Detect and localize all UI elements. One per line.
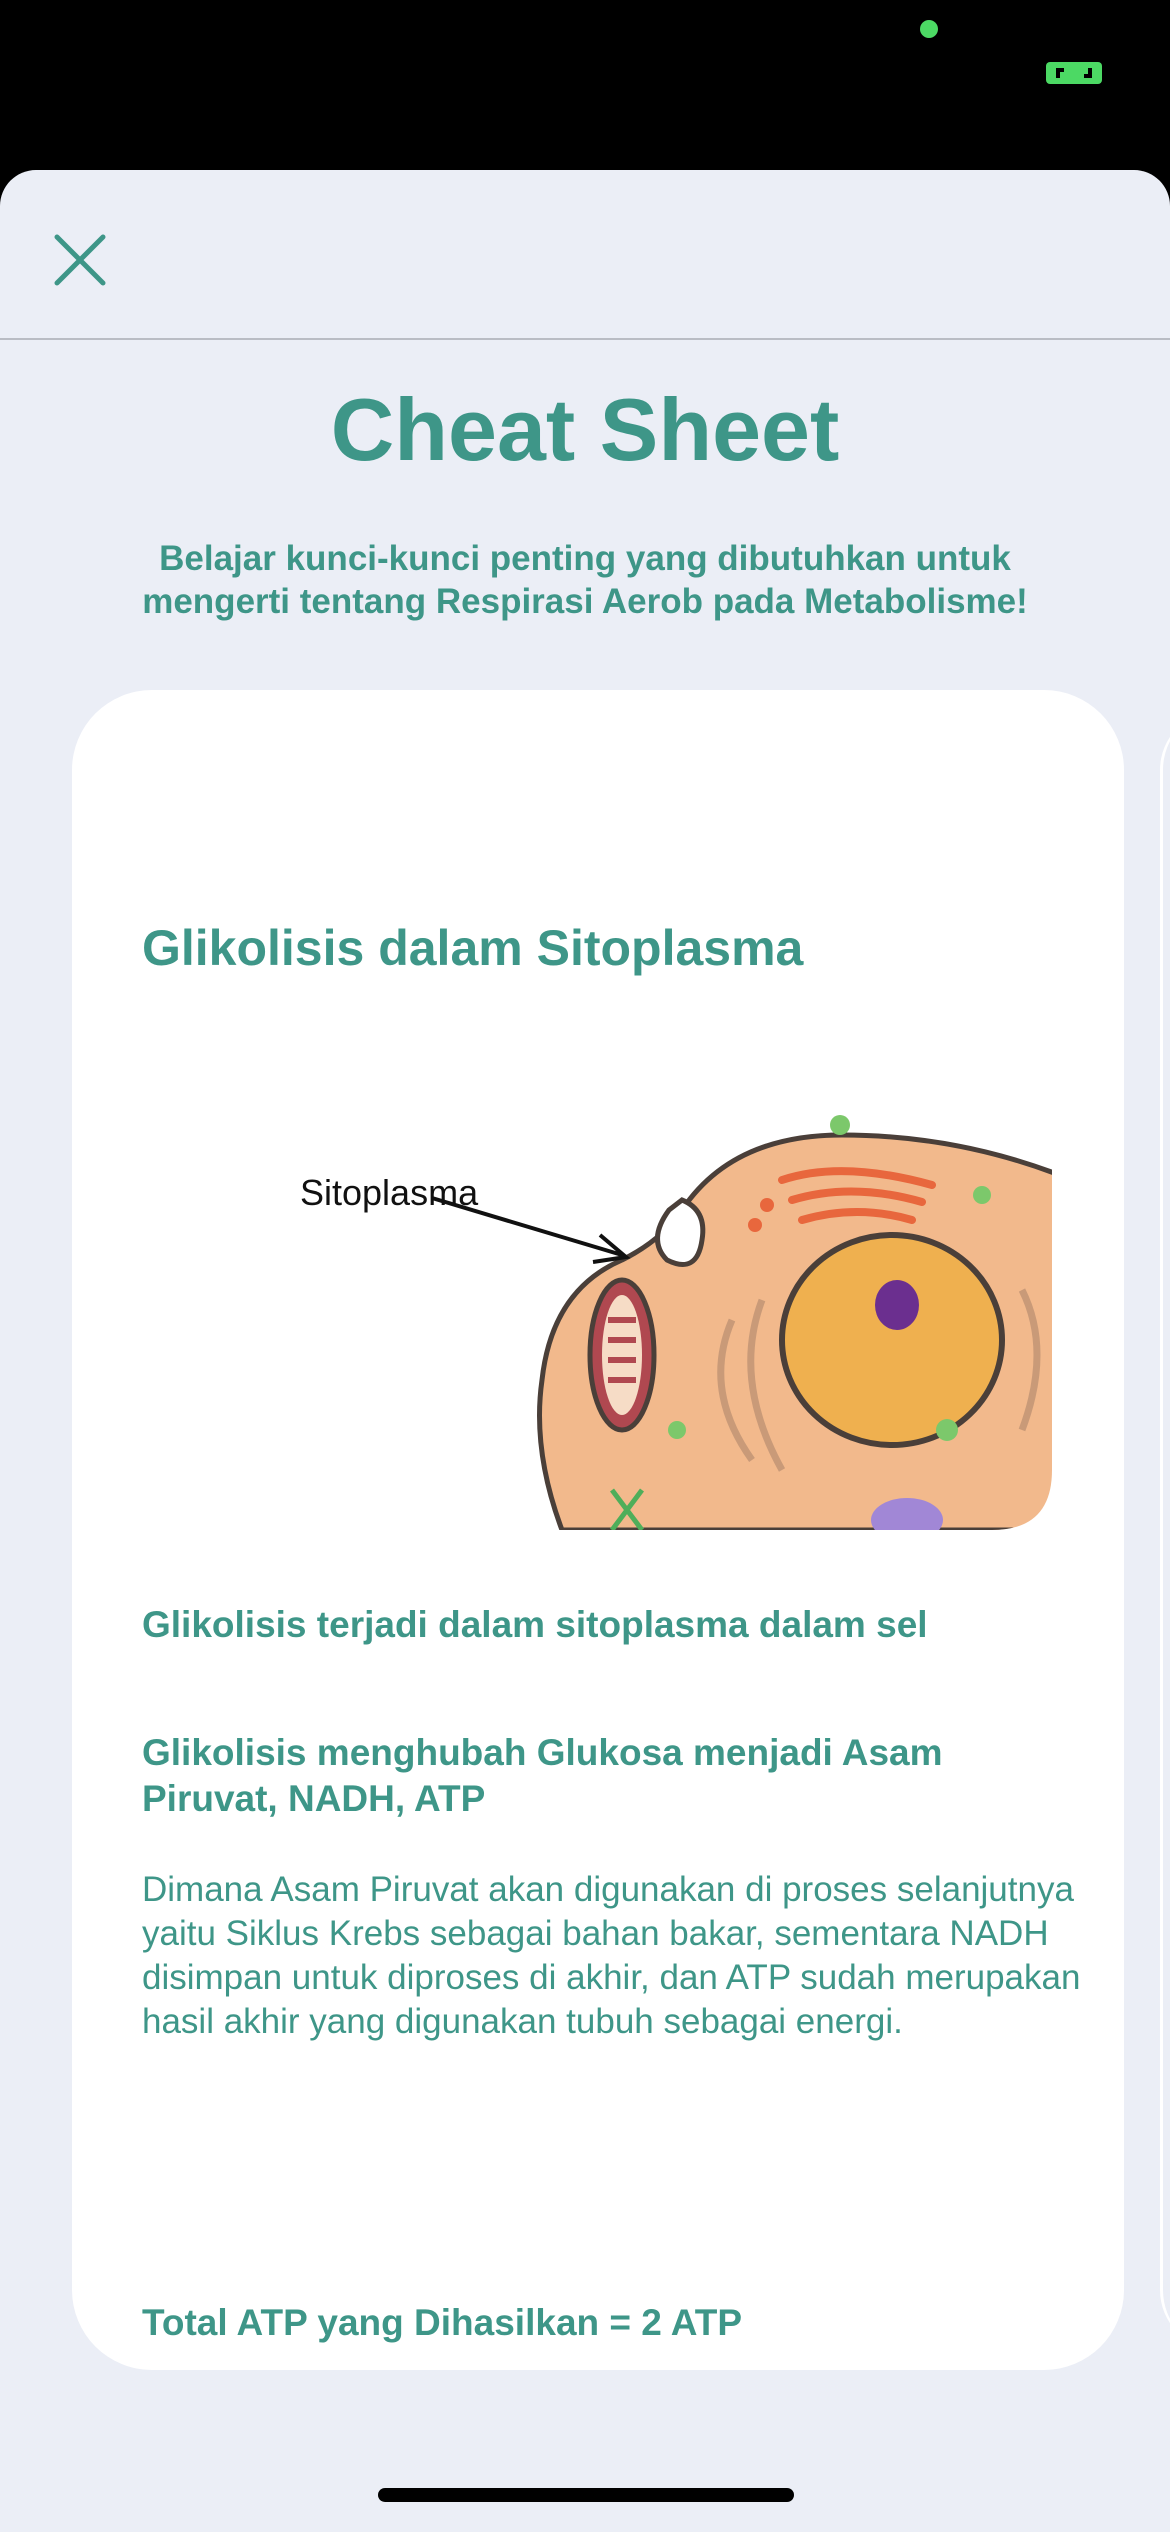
cheat-sheet-card[interactable]: Glikolisis dalam Sitoplasma Sitoplasma G… <box>72 690 1124 2370</box>
close-icon <box>54 234 106 286</box>
cheat-sheet-modal: Cheat Sheet Belajar kunci-kunci penting … <box>0 170 1170 2532</box>
status-bar <box>0 0 1170 170</box>
card-title: Glikolisis dalam Sitoplasma <box>142 920 804 976</box>
page-title: Cheat Sheet <box>330 380 840 479</box>
sheet-header <box>0 170 1170 340</box>
privacy-indicator-dot <box>920 20 938 38</box>
close-button[interactable] <box>40 220 120 300</box>
screen-share-icon <box>1046 62 1102 84</box>
sitoplasma-label: Sitoplasma <box>300 1172 479 1213</box>
cell-cytoplasm-illustration: Sitoplasma <box>300 1115 1052 1530</box>
next-card-peek[interactable] <box>1160 710 1170 2350</box>
card-point-location: Glikolisis terjadi dalam sitoplasma dala… <box>142 1604 928 1645</box>
home-indicator <box>378 2488 794 2502</box>
card-description: Dimana Asam Piruvat akan digunakan di pr… <box>142 1870 1081 2041</box>
page-subtitle: Belajar kunci-kunci penting yang dibutuh… <box>142 539 1028 621</box>
card-point-conversion: Glikolisis menghubah Glukosa menjadi Asa… <box>142 1732 943 1819</box>
card-total-atp: Total ATP yang Dihasilkan = 2 ATP <box>142 2302 743 2343</box>
